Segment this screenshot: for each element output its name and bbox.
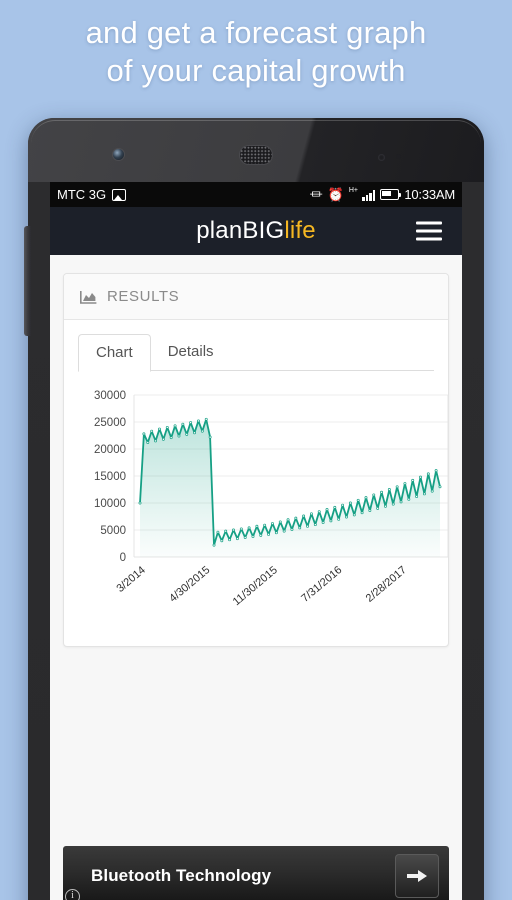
svg-text:11/30/2015: 11/30/2015 bbox=[231, 564, 280, 608]
clock-label: 10:33AM bbox=[404, 187, 455, 202]
app-bar: planBIGlife bbox=[50, 207, 462, 255]
ad-arrow-button[interactable] bbox=[395, 854, 439, 898]
area-chart-icon bbox=[80, 290, 97, 304]
network-type-label: H+ bbox=[348, 187, 358, 194]
brand-main: planBIG bbox=[196, 217, 285, 244]
light-sensor-icon bbox=[396, 154, 401, 159]
results-tabs: Chart Details bbox=[64, 320, 448, 372]
page-content: RESULTS Chart Details 0 5000 10000 15000 200… bbox=[50, 255, 462, 900]
svg-text:2/28/2017: 2/28/2017 bbox=[364, 564, 409, 605]
svg-text:3/2014: 3/2014 bbox=[114, 564, 147, 595]
svg-text:25000: 25000 bbox=[94, 417, 126, 429]
ad-title: Bluetooth Technology bbox=[91, 866, 272, 885]
front-camera-icon bbox=[113, 149, 124, 160]
promo-line-2: of your capital growth bbox=[106, 53, 406, 88]
results-card-header: RESULTS bbox=[64, 274, 448, 320]
svg-text:15000: 15000 bbox=[94, 471, 126, 483]
phone-mockup: MTC 3G ⏛ ⏰ H+ 10:33AM planBIGlife RESULT… bbox=[24, 118, 484, 900]
svg-text:20000: 20000 bbox=[94, 444, 126, 456]
forecast-chart-svg: 0 5000 10000 15000 20000 25000 30000 3/2014 4/30… bbox=[94, 390, 449, 608]
ad-banner[interactable]: Bluetooth Technology i bbox=[63, 846, 449, 900]
tab-chart[interactable]: Chart bbox=[78, 334, 151, 372]
svg-text:7/31/2016: 7/31/2016 bbox=[299, 564, 344, 605]
carrier-label: MTC 3G bbox=[57, 187, 107, 202]
forecast-chart[interactable]: 0 5000 10000 15000 20000 25000 30000 3/2014 4/30… bbox=[64, 371, 449, 646]
app-title: planBIGlife bbox=[196, 217, 316, 245]
status-bar: MTC 3G ⏛ ⏰ H+ 10:33AM bbox=[50, 182, 462, 207]
svg-text:0: 0 bbox=[120, 552, 126, 564]
image-icon bbox=[112, 188, 127, 201]
headphones-icon: ⏛ bbox=[309, 187, 323, 202]
svg-text:10000: 10000 bbox=[94, 498, 126, 510]
proximity-sensor-icon bbox=[378, 154, 385, 161]
brand-accent: life bbox=[284, 217, 316, 244]
results-title: RESULTS bbox=[107, 288, 180, 305]
earpiece-speaker-icon bbox=[240, 146, 272, 164]
svg-text:4/30/2015: 4/30/2015 bbox=[167, 564, 212, 605]
menu-icon[interactable] bbox=[416, 221, 442, 241]
svg-text:5000: 5000 bbox=[100, 525, 126, 537]
battery-icon bbox=[380, 189, 402, 200]
signal-icon bbox=[361, 189, 376, 201]
volume-button[interactable] bbox=[24, 226, 31, 336]
alarm-icon: ⏰ bbox=[327, 187, 344, 202]
promo-headline: and get a forecast graph of your capital… bbox=[0, 14, 512, 90]
ad-info-icon[interactable]: i bbox=[65, 889, 80, 900]
results-card: RESULTS Chart Details 0 5000 10000 15000 200… bbox=[63, 273, 449, 647]
tab-details[interactable]: Details bbox=[151, 334, 231, 371]
phone-screen: MTC 3G ⏛ ⏰ H+ 10:33AM planBIGlife RESULT… bbox=[50, 182, 462, 900]
svg-text:30000: 30000 bbox=[94, 390, 126, 402]
promo-line-1: and get a forecast graph bbox=[85, 15, 427, 50]
